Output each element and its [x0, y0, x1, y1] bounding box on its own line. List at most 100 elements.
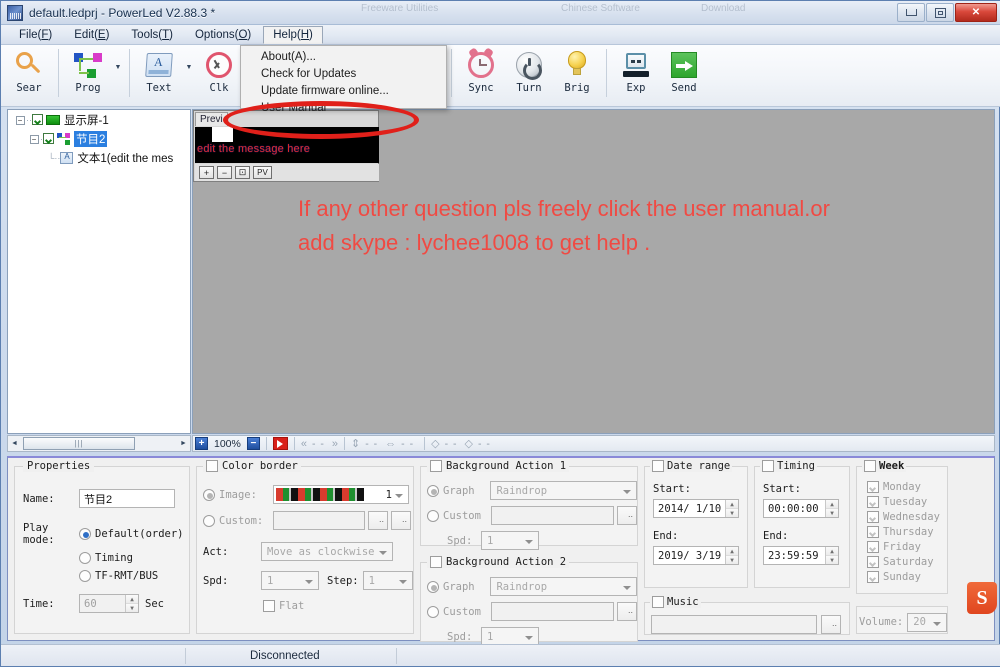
project-tree[interactable]: − ·· 显示屏-1 − · 节目2 └·· 文本1(edit the mes [7, 109, 191, 434]
preview-pv-button[interactable]: PV [253, 166, 272, 179]
minimize-button[interactable] [897, 3, 925, 22]
menu-options[interactable]: Options(O) [185, 26, 261, 44]
date-start-input[interactable]: 2014/ 1/10 ▲ ▼ [653, 499, 739, 518]
zoom-out-button[interactable]: − [246, 437, 260, 450]
custom-browse-button-2[interactable]: .. [391, 511, 411, 530]
menu-file[interactable]: File(F) [9, 26, 62, 44]
help-dropdown-menu[interactable]: About(A)... Check for Updates Update fir… [240, 45, 447, 114]
radio-custom[interactable] [203, 514, 215, 527]
custom-browse-button-ba2[interactable]: .. [617, 602, 638, 621]
timing-end-stepper[interactable]: ▲ ▼ [825, 547, 838, 564]
preview-add-button[interactable]: + [199, 166, 214, 179]
preview-fit-button[interactable]: ⊡ [235, 166, 250, 179]
date-end-stepper[interactable]: ▲ ▼ [725, 547, 738, 564]
custom-input[interactable] [273, 511, 365, 530]
checkbox-music[interactable] [652, 596, 664, 608]
scrollbar-thumb[interactable]: ||| [23, 437, 135, 450]
timing-end-input[interactable]: 23:59:59 ▲ ▼ [763, 546, 839, 565]
checkbox-screen[interactable] [32, 114, 43, 125]
radio-timing[interactable] [79, 552, 91, 564]
toolbar-button-send[interactable]: Send [660, 45, 708, 103]
preview-remove-button[interactable]: − [217, 166, 232, 179]
width-icon[interactable]: ⇔ [385, 438, 396, 450]
music-browse-button[interactable]: .. [821, 615, 841, 634]
timing-start-stepper[interactable]: ▲ ▼ [825, 500, 838, 517]
custom-input-1[interactable] [490, 506, 615, 525]
close-button[interactable]: ✕ [955, 3, 997, 22]
menu-item-check-for-updates[interactable]: Check for Updates [241, 66, 446, 83]
checkbox-monday[interactable] [867, 481, 879, 493]
spd-select[interactable]: 1 [261, 571, 319, 590]
prev-frame-icon[interactable]: « [301, 438, 307, 450]
checkbox-wednesday[interactable] [867, 511, 879, 523]
checkbox-sunday[interactable] [867, 571, 879, 583]
graph-select-2[interactable]: Raindrop [490, 577, 637, 596]
scroll-right-icon[interactable]: ► [177, 436, 190, 451]
toolbar-button-clock[interactable]: Clk [195, 45, 243, 103]
checkbox-date-range[interactable] [652, 460, 664, 472]
graph-select-1[interactable]: Raindrop [490, 481, 637, 500]
menu-item-about[interactable]: About(A)... [241, 49, 446, 66]
tree-row[interactable]: └·· 文本1(edit the mes [8, 148, 190, 167]
music-input[interactable] [651, 615, 817, 634]
menu-edit[interactable]: Edit(E) [64, 26, 119, 44]
checkbox-timing[interactable] [762, 460, 774, 472]
radio-custom-2[interactable] [427, 605, 439, 618]
spd-select-1[interactable]: 1 [481, 531, 539, 550]
custom-browse-button-ba1[interactable]: .. [617, 506, 638, 525]
custom-browse-button-1[interactable]: .. [368, 511, 388, 530]
menu-item-update-firmware-online[interactable]: Update firmware online... [241, 83, 446, 100]
maximize-button[interactable] [926, 3, 954, 22]
checkbox-color-border[interactable] [206, 460, 218, 472]
radio-default-order[interactable] [79, 528, 91, 540]
expand-collapse-icon[interactable]: − [28, 134, 40, 144]
checkbox-tuesday[interactable] [867, 496, 879, 508]
vpos-icon[interactable]: ◇ [431, 437, 439, 450]
checkbox-flat[interactable] [263, 600, 275, 612]
checkbox-week[interactable] [864, 460, 876, 472]
checkbox-background-action-2[interactable] [430, 556, 442, 568]
menu-help[interactable]: Help(H) [263, 25, 323, 44]
step-select[interactable]: 1 [362, 571, 413, 590]
hpos-icon[interactable]: ◇ [464, 437, 472, 450]
date-start-stepper[interactable]: ▲ ▼ [725, 500, 738, 517]
checkbox-friday[interactable] [867, 541, 879, 553]
menu-item-user-manual[interactable]: User Manual [241, 100, 446, 117]
toolbar-button-sync[interactable]: Sync [457, 45, 505, 103]
radio-image[interactable] [203, 488, 215, 501]
toolbar-button-brightness[interactable]: Brig [553, 45, 601, 103]
radio-custom-1[interactable] [427, 509, 439, 522]
scroll-left-icon[interactable]: ◄ [8, 436, 21, 451]
act-select[interactable]: Move as clockwise [261, 542, 393, 561]
time-stepper[interactable]: ▲ ▼ [125, 595, 138, 612]
timing-start-input[interactable]: 00:00:00 ▲ ▼ [763, 499, 839, 518]
toolbar-button-export[interactable]: Exp [612, 45, 660, 103]
preview-panel[interactable]: Previ edit the message here + − ⊡ PV [193, 110, 379, 182]
radio-graph-2[interactable] [427, 580, 439, 593]
toolbar-button-turn[interactable]: Turn [505, 45, 553, 103]
toolbar-button-text[interactable]: Text [135, 45, 183, 103]
tree-horizontal-scrollbar[interactable]: ◄ ||| ► [7, 435, 191, 452]
preview-tab[interactable]: Previ [195, 112, 228, 126]
toolbar-dropdown-program[interactable]: ▼ [112, 45, 124, 103]
checkbox-background-action-1[interactable] [430, 460, 442, 472]
date-end-input[interactable]: 2019/ 3/19 ▲ ▼ [653, 546, 739, 565]
volume-select[interactable]: 20 [907, 612, 947, 632]
height-icon[interactable]: ⇕ [351, 437, 360, 450]
radio-tf-rmt-bus[interactable] [79, 570, 91, 582]
image-select[interactable]: 1 [273, 485, 409, 504]
tree-row[interactable]: − · 节目2 [8, 129, 190, 148]
expand-collapse-icon[interactable]: − [14, 115, 26, 125]
checkbox-program[interactable] [43, 133, 54, 144]
menu-tools[interactable]: Tools(T) [121, 26, 183, 44]
radio-graph-1[interactable] [427, 484, 439, 497]
checkbox-thursday[interactable] [867, 526, 879, 538]
time-input[interactable]: 60 ▲ ▼ [79, 594, 139, 613]
checkbox-saturday[interactable] [867, 556, 879, 568]
next-frame-icon[interactable]: » [332, 438, 338, 450]
tree-row[interactable]: − ·· 显示屏-1 [8, 110, 190, 129]
canvas-area[interactable]: Previ edit the message here + − ⊡ PV If … [192, 109, 995, 434]
play-icon[interactable] [272, 437, 288, 450]
sogou-ime-icon[interactable]: S [967, 582, 997, 614]
custom-input-2[interactable] [490, 602, 615, 621]
